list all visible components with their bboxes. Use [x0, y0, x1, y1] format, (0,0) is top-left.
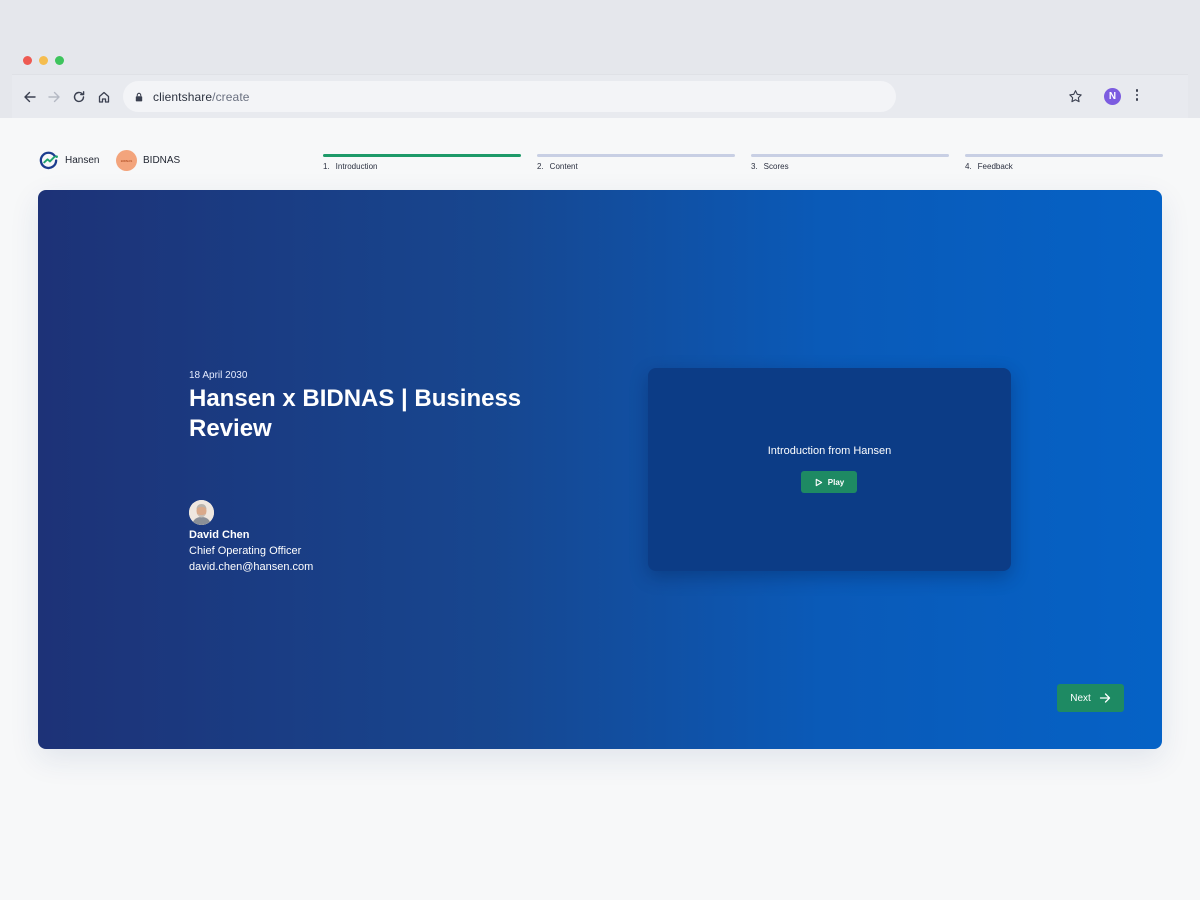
minimize-window-button[interactable]: [39, 56, 48, 65]
play-icon: [815, 478, 822, 486]
video-title: Introduction from Hansen: [767, 445, 892, 457]
step-label: 1. Introduction: [323, 162, 521, 171]
company-name: Hansen: [65, 155, 100, 166]
page-content: Hansen BIDNAS BIDNAS 1. Introduction 2. Co…: [0, 118, 1200, 900]
close-window-button[interactable]: [23, 56, 32, 65]
step-number: 4.: [965, 162, 972, 171]
hero-panel: 18 April 2030 Hansen x BIDNAS | Business…: [38, 190, 1162, 749]
lock-icon: [135, 91, 145, 103]
maximize-window-button[interactable]: [55, 56, 64, 65]
forward-button[interactable]: [45, 88, 63, 106]
progress-steps: 1. Introduction 2. Content 3. Scores 4. Feed…: [323, 154, 1163, 174]
intro-video-card: Introduction from Hansen Play: [648, 368, 1011, 571]
address-bar[interactable]: clientshare/create: [123, 81, 896, 112]
step-bar: [537, 154, 735, 157]
url-host: clientshare: [153, 89, 213, 104]
step-introduction[interactable]: 1. Introduction: [323, 154, 521, 171]
reload-icon: [73, 91, 85, 103]
company-brand: Hansen: [38, 150, 99, 171]
review-date: 18 April 2030: [189, 370, 248, 381]
browser-toolbar: clientshare/create N: [12, 74, 1188, 118]
play-button[interactable]: Play: [801, 471, 857, 493]
home-button[interactable]: [95, 88, 113, 106]
client-name: BIDNAS: [143, 155, 181, 166]
back-button[interactable]: [21, 88, 39, 106]
avatar: [189, 500, 214, 525]
window-controls: [23, 56, 64, 65]
step-bar: [323, 154, 521, 157]
bidnas-logo: BIDNAS: [116, 150, 137, 171]
bidnas-logo-text: BIDNAS: [120, 158, 133, 163]
next-label: Next: [1070, 692, 1091, 704]
arrow-right-icon: [1099, 693, 1110, 703]
url-text: clientshare/create: [153, 90, 250, 104]
step-number: 1.: [323, 162, 330, 171]
forward-arrow-icon: [48, 91, 60, 103]
star-icon[interactable]: [1068, 89, 1083, 104]
step-label: 2. Content: [537, 162, 735, 171]
profile-avatar[interactable]: N: [1104, 88, 1121, 105]
play-label: Play: [827, 477, 845, 487]
step-number: 3.: [751, 162, 758, 171]
step-scores[interactable]: 3. Scores: [751, 154, 949, 171]
step-label-text: Scores: [763, 162, 789, 171]
reload-button[interactable]: [70, 88, 88, 106]
browser-window-frame: clientshare/create N: [0, 0, 1200, 118]
hansen-logo-icon: [39, 151, 58, 170]
step-feedback[interactable]: 4. Feedback: [965, 154, 1163, 171]
client-brand: BIDNAS BIDNAS: [116, 150, 180, 171]
step-bar: [751, 154, 949, 157]
step-label-text: Feedback: [977, 162, 1013, 171]
step-bar: [965, 154, 1163, 157]
back-arrow-icon: [24, 91, 36, 103]
home-icon: [98, 91, 110, 103]
step-label-text: Content: [549, 162, 578, 171]
step-content[interactable]: 2. Content: [537, 154, 735, 171]
person-email[interactable]: david.chen@hansen.com: [189, 561, 313, 573]
person-name: David Chen: [189, 529, 250, 541]
step-number: 2.: [537, 162, 544, 171]
page-title: Hansen x BIDNAS | Business Review: [189, 385, 522, 442]
menu-dots-icon[interactable]: [1133, 89, 1141, 105]
next-button[interactable]: Next: [1057, 684, 1124, 712]
step-label: 3. Scores: [751, 162, 949, 171]
person-role: Chief Operating Officer: [189, 545, 302, 557]
step-label: 4. Feedback: [965, 162, 1163, 171]
url-path: /create: [212, 89, 250, 104]
step-label-text: Introduction: [335, 162, 378, 171]
